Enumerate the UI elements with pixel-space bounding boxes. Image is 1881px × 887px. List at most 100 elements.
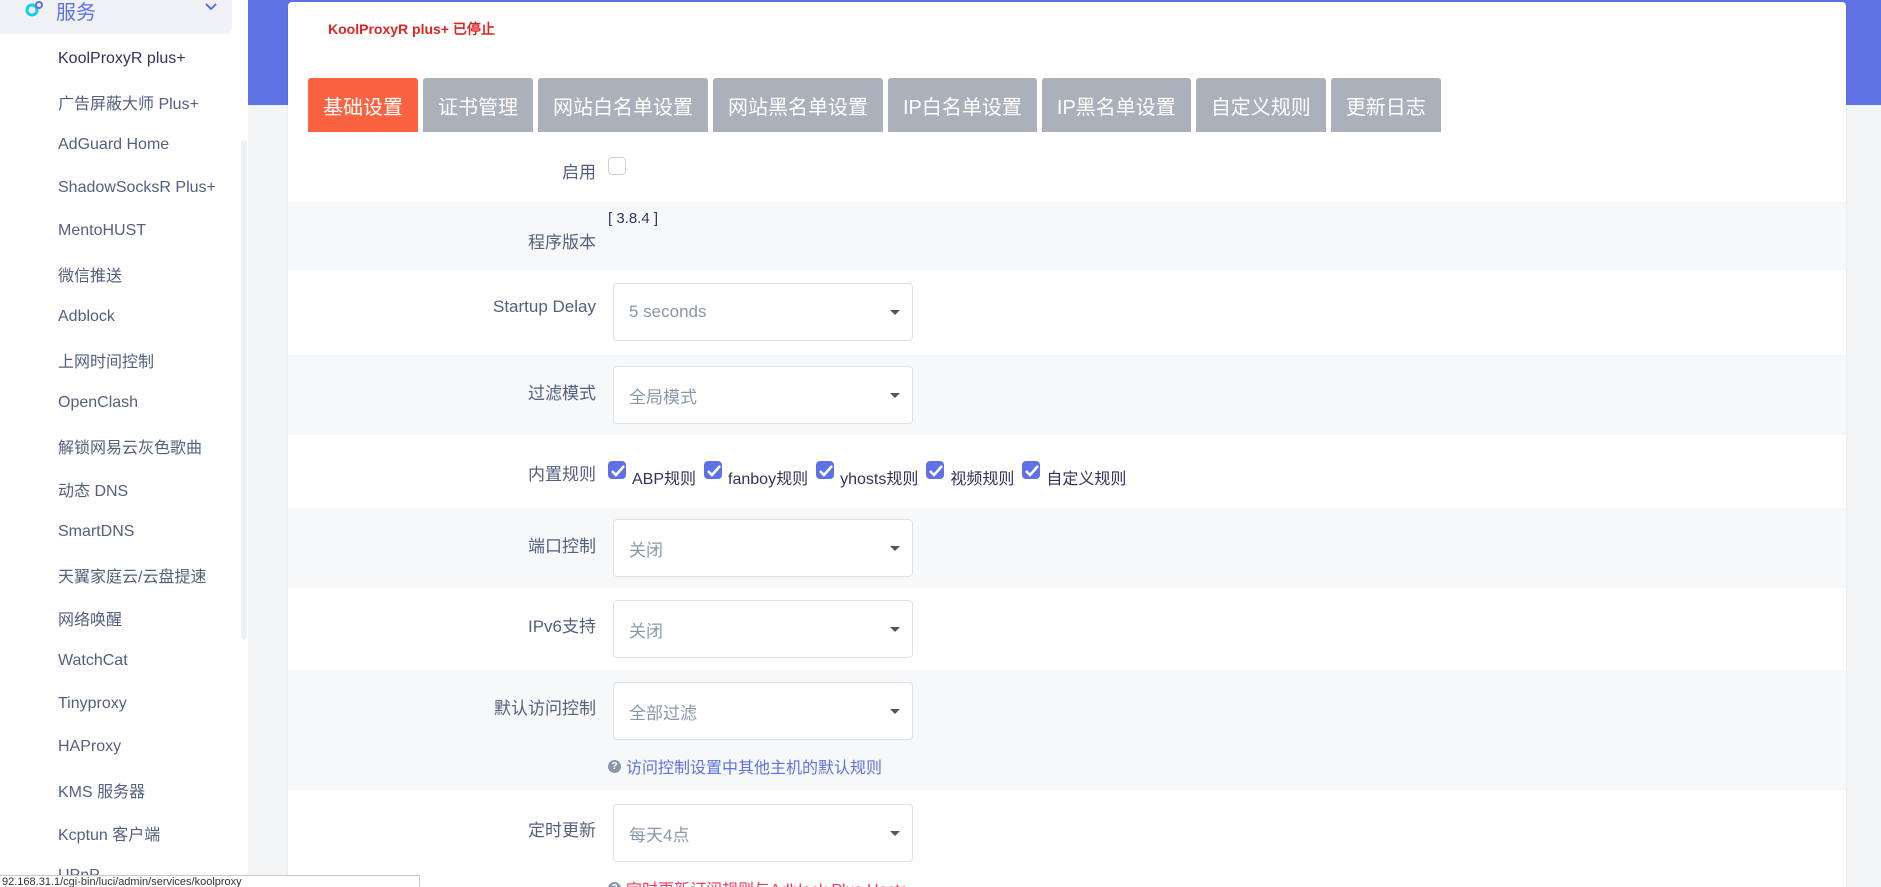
port-control-value: 关闭 — [629, 540, 663, 560]
ipv6-select[interactable]: 关闭 — [613, 600, 913, 658]
ipv6-value: 关闭 — [629, 621, 663, 641]
check-icon — [611, 465, 625, 477]
tab-site-blacklist[interactable]: 网站黑名单设置 — [713, 78, 883, 132]
rule-abp-label: ABP规则 — [632, 471, 697, 488]
tab-ip-whitelist[interactable]: IP白名单设置 — [888, 78, 1037, 132]
rule-fanboy-checkbox[interactable] — [704, 461, 723, 479]
row-builtin-rules: 内置规则 ABP规则 fanboy规则 yhosts规则 视频规则 自定义规则 — [288, 435, 1846, 508]
scheduled-update-select[interactable]: 每天4点 — [613, 804, 913, 862]
version-value: [ 3.8.4 ] — [608, 210, 659, 227]
row-filter-mode: 过滤模式 全局模式 — [288, 355, 1846, 435]
sidebar-item-wol[interactable]: 网络唤醒 — [0, 596, 240, 639]
rule-yhosts-label: yhosts规则 — [840, 471, 919, 488]
sidebar-item-adblock[interactable]: Adblock — [0, 295, 240, 338]
builtin-rules-label: 内置规则 — [528, 465, 596, 484]
rule-video[interactable]: 视频规则 — [926, 461, 1014, 489]
sidebar-item-tinyproxy[interactable]: Tinyproxy — [0, 682, 240, 725]
chevron-down-icon[interactable] — [204, 0, 218, 14]
scheduled-update-help: ? 定时更新订阅规则与Adblock Plus Hosts — [608, 876, 908, 887]
row-startup-delay: Startup Delay 5 seconds — [288, 270, 1846, 355]
sidebar-item-ssr-plus[interactable]: ShadowSocksR Plus+ — [0, 166, 240, 209]
default-access-label: 默认访问控制 — [494, 699, 596, 718]
sidebar-item-koolproxyr[interactable]: KoolProxyR plus+ — [0, 37, 240, 80]
main-card: KoolProxyR plus+ 已停止 基础设置 证书管理 网站白名单设置 网… — [288, 2, 1846, 887]
enable-label: 启用 — [562, 163, 596, 182]
sidebar-item-kms[interactable]: KMS 服务器 — [0, 768, 240, 811]
default-access-select[interactable]: 全部过滤 — [613, 682, 913, 740]
gear-icon — [25, 1, 43, 17]
default-access-help: ? 访问控制设置中其他主机的默认规则 — [608, 754, 882, 778]
scheduled-update-help-text: 定时更新订阅规则与Adblock Plus Hosts — [626, 876, 908, 887]
filter-mode-value: 全局模式 — [629, 387, 697, 407]
row-scheduled-update: 定时更新 每天4点 ? 定时更新订阅规则与Adblock Plus Hosts — [288, 790, 1846, 887]
caret-down-icon — [890, 627, 900, 632]
sidebar-item-watchcat[interactable]: WatchCat — [0, 639, 240, 682]
sidebar-item-adbyby[interactable]: 广告屏蔽大师 Plus+ — [0, 80, 240, 123]
sidebar-item-openclash[interactable]: OpenClash — [0, 381, 240, 424]
menu-header-services[interactable]: 服务 — [0, 0, 232, 34]
row-port-control: 端口控制 关闭 — [288, 508, 1846, 588]
sidebar-item-unblockmusic[interactable]: 解锁网易云灰色歌曲 — [0, 424, 240, 467]
row-version: 程序版本 [ 3.8.4 ] — [288, 202, 1846, 270]
filter-mode-select[interactable]: 全局模式 — [613, 366, 913, 424]
question-icon: ? — [608, 881, 621, 887]
sidebar-item-mentohust[interactable]: MentoHUST — [0, 209, 240, 252]
sidebar-item-familycloud[interactable]: 天翼家庭云/云盘提速 — [0, 553, 240, 596]
tab-ip-blacklist[interactable]: IP黑名单设置 — [1041, 78, 1191, 132]
rule-abp[interactable]: ABP规则 — [608, 461, 696, 489]
sidebar-item-access-time[interactable]: 上网时间控制 — [0, 338, 240, 381]
sidebar-item-wechat-push[interactable]: 微信推送 — [0, 252, 240, 295]
sidebar-item-haproxy[interactable]: HAProxy — [0, 725, 240, 768]
sidebar-item-adguardhome[interactable]: AdGuard Home — [0, 123, 240, 166]
port-control-label: 端口控制 — [528, 537, 596, 556]
tab-basic-settings[interactable]: 基础设置 — [308, 78, 418, 132]
builtin-rules-group: ABP规则 fanboy规则 yhosts规则 视频规则 自定义规则 — [608, 461, 1126, 489]
question-icon: ? — [608, 759, 621, 773]
rule-yhosts-checkbox[interactable] — [816, 461, 835, 479]
enable-checkbox[interactable] — [608, 157, 626, 175]
rule-custom-checkbox[interactable] — [1022, 461, 1041, 479]
caret-down-icon — [890, 310, 900, 315]
caret-down-icon — [890, 709, 900, 714]
rule-yhosts[interactable]: yhosts规则 — [816, 461, 918, 489]
sidebar-item-smartdns[interactable]: SmartDNS — [0, 510, 240, 553]
startup-delay-label: Startup Delay — [493, 297, 596, 316]
check-icon — [1025, 465, 1040, 477]
tab-site-whitelist[interactable]: 网站白名单设置 — [538, 78, 708, 132]
rule-abp-checkbox[interactable] — [608, 461, 626, 479]
row-ipv6: IPv6支持 关闭 — [288, 588, 1846, 670]
rule-custom-label: 自定义规则 — [1046, 471, 1127, 488]
row-enable: 启用 — [288, 132, 1846, 202]
sidebar-scrollbar[interactable] — [241, 140, 247, 640]
tab-custom-rules[interactable]: 自定义规则 — [1195, 78, 1326, 132]
scheduled-update-value: 每天4点 — [629, 825, 690, 845]
caret-down-icon — [890, 393, 900, 398]
default-access-value: 全部过滤 — [629, 703, 697, 723]
tab-bar: 基础设置 证书管理 网站白名单设置 网站黑名单设置 IP白名单设置 IP黑名单设… — [308, 78, 1441, 132]
caret-down-icon — [890, 831, 900, 836]
tab-changelog[interactable]: 更新日志 — [1330, 78, 1441, 132]
startup-delay-value: 5 seconds — [629, 302, 707, 321]
row-default-access: 默认访问控制 全部过滤 ? 访问控制设置中其他主机的默认规则 — [288, 670, 1846, 790]
rule-custom[interactable]: 自定义规则 — [1022, 461, 1126, 489]
sidebar-item-kcptun[interactable]: Kcptun 客户端 — [0, 811, 240, 854]
filter-mode-label: 过滤模式 — [528, 384, 596, 403]
browser-status-bar: 92.168.31.1/cgi-bin/luci/admin/services/… — [0, 875, 420, 887]
rule-video-checkbox[interactable] — [926, 461, 945, 479]
check-icon — [707, 465, 721, 477]
startup-delay-select[interactable]: 5 seconds — [613, 283, 913, 341]
caret-down-icon — [890, 546, 900, 551]
check-icon — [819, 465, 834, 477]
ipv6-label: IPv6支持 — [527, 617, 596, 636]
menu-header-label: 服务 — [56, 1, 96, 24]
check-icon — [929, 465, 944, 477]
version-label: 程序版本 — [528, 233, 596, 252]
sidebar-item-ddns[interactable]: 动态 DNS — [0, 467, 240, 510]
rule-video-label: 视频规则 — [950, 471, 1015, 488]
scheduled-update-label: 定时更新 — [528, 821, 596, 840]
port-control-select[interactable]: 关闭 — [613, 519, 913, 577]
rule-fanboy[interactable]: fanboy规则 — [704, 461, 808, 489]
tab-certificate[interactable]: 证书管理 — [423, 78, 533, 132]
rule-fanboy-label: fanboy规则 — [728, 471, 809, 488]
default-access-help-text: 访问控制设置中其他主机的默认规则 — [626, 760, 883, 777]
